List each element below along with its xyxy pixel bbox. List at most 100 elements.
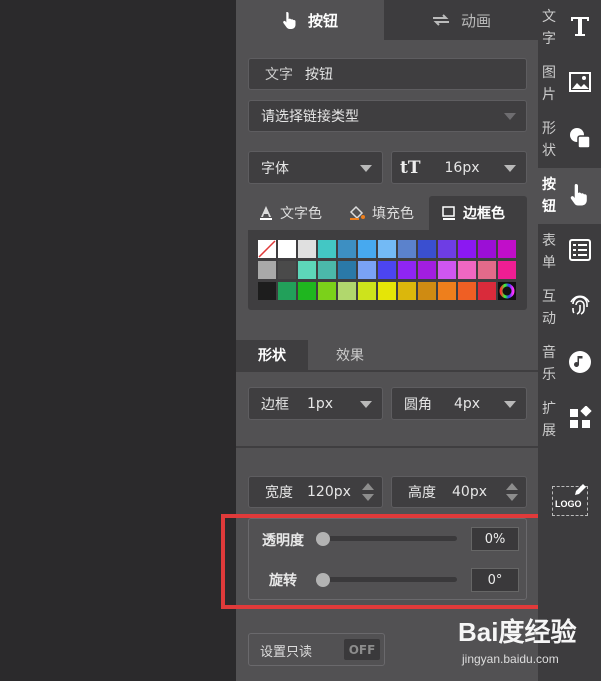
color-wheel-icon[interactable] bbox=[498, 282, 516, 300]
height-stepper[interactable]: 高度 40px bbox=[391, 476, 527, 508]
radius-value: 4px bbox=[454, 395, 481, 412]
color-swatch[interactable] bbox=[298, 282, 316, 300]
rail-item-form[interactable]: 表单 bbox=[538, 224, 601, 280]
color-swatch[interactable] bbox=[378, 261, 396, 279]
width-value: 120px bbox=[307, 484, 351, 500]
rail-item-label: 扩展 bbox=[542, 401, 556, 439]
color-swatch[interactable] bbox=[458, 261, 476, 279]
color-swatch[interactable] bbox=[318, 282, 336, 300]
tab-border-color-label: 边框色 bbox=[463, 206, 505, 222]
color-swatch[interactable] bbox=[378, 282, 396, 300]
width-label: 宽度 bbox=[265, 485, 293, 501]
height-value: 40px bbox=[452, 484, 487, 500]
color-swatch[interactable] bbox=[338, 261, 356, 279]
tab-shape[interactable]: 形状 bbox=[236, 340, 308, 370]
color-swatch[interactable] bbox=[478, 282, 496, 300]
tab-fill-color[interactable]: 填充色 bbox=[348, 196, 414, 230]
color-swatch[interactable] bbox=[318, 261, 336, 279]
color-swatch[interactable] bbox=[498, 240, 516, 258]
color-swatch[interactable] bbox=[378, 240, 396, 258]
color-swatch[interactable] bbox=[318, 240, 336, 258]
color-swatch[interactable] bbox=[358, 282, 376, 300]
music-icon bbox=[569, 351, 591, 373]
no-color-swatch[interactable] bbox=[258, 240, 276, 258]
annotation-highlight-box bbox=[221, 514, 549, 609]
rail-item-text[interactable]: 文字 bbox=[538, 0, 601, 56]
color-swatch[interactable] bbox=[258, 261, 276, 279]
tab-button[interactable]: 按钮 bbox=[236, 0, 384, 40]
color-swatch[interactable] bbox=[398, 240, 416, 258]
paint-bucket-icon bbox=[349, 205, 365, 220]
color-swatch[interactable] bbox=[338, 282, 356, 300]
rail-item-label: 音乐 bbox=[542, 345, 556, 383]
color-swatch[interactable] bbox=[438, 261, 456, 279]
color-swatch[interactable] bbox=[258, 282, 276, 300]
logo-label: LOGO bbox=[555, 499, 582, 509]
chevron-down-icon bbox=[360, 400, 372, 408]
rail-item-music[interactable]: 音乐 bbox=[538, 336, 601, 392]
font-size-icon: tT bbox=[400, 157, 421, 178]
color-swatch[interactable] bbox=[298, 261, 316, 279]
border-width-select[interactable]: 边框 1px bbox=[248, 387, 383, 420]
tab-text-color-label: 文字色 bbox=[280, 206, 322, 222]
link-type-select[interactable]: 请选择链接类型 bbox=[248, 100, 527, 132]
rail-item-shape[interactable]: 形状 bbox=[538, 112, 601, 168]
color-swatch[interactable] bbox=[398, 282, 416, 300]
tab-animation-label: 动画 bbox=[460, 11, 491, 30]
radius-label: 圆角 bbox=[404, 396, 432, 413]
rail-item-interaction[interactable]: 互动 bbox=[538, 280, 601, 336]
readonly-toggle[interactable]: OFF bbox=[344, 639, 380, 660]
button-text-value: 按钮 bbox=[305, 67, 333, 83]
image-icon bbox=[569, 72, 591, 92]
rail-item-label: 图片 bbox=[542, 65, 556, 103]
corner-radius-select[interactable]: 圆角 4px bbox=[391, 387, 527, 420]
shape-icon bbox=[570, 128, 591, 149]
button-text-field[interactable]: 文字 按钮 bbox=[248, 58, 527, 90]
color-swatch[interactable] bbox=[438, 282, 456, 300]
color-swatch[interactable] bbox=[438, 240, 456, 258]
link-type-placeholder: 请选择链接类型 bbox=[261, 109, 359, 125]
top-tabs: 按钮 动画 bbox=[236, 0, 538, 40]
color-swatch[interactable] bbox=[338, 240, 356, 258]
tab-animation[interactable]: 动画 bbox=[384, 0, 538, 40]
color-swatch[interactable] bbox=[418, 240, 436, 258]
color-swatch[interactable] bbox=[358, 240, 376, 258]
color-swatch[interactable] bbox=[278, 261, 296, 279]
swap-arrows-icon bbox=[432, 14, 449, 26]
rail-item-image[interactable]: 图片 bbox=[538, 56, 601, 112]
color-swatch[interactable] bbox=[458, 282, 476, 300]
pencil-icon bbox=[575, 484, 586, 495]
stepper-arrows-icon[interactable] bbox=[362, 483, 374, 503]
tab-text-color[interactable]: 文字色 bbox=[258, 196, 322, 230]
width-stepper[interactable]: 宽度 120px bbox=[248, 476, 383, 508]
border-color-icon bbox=[442, 206, 455, 220]
font-size-select[interactable]: tT 16px bbox=[391, 151, 527, 184]
color-swatch[interactable] bbox=[418, 282, 436, 300]
watermark-sub: jingyan.baidu.com bbox=[462, 652, 559, 666]
component-rail: 文字 图片 形状 按钮 表单 互动 音乐 扩展 LOGO bbox=[538, 0, 601, 681]
font-family-select[interactable]: 字体 bbox=[248, 151, 383, 184]
color-swatch[interactable] bbox=[398, 261, 416, 279]
color-swatch[interactable] bbox=[458, 240, 476, 258]
border-value: 1px bbox=[307, 395, 334, 412]
logo-item[interactable]: LOGO bbox=[552, 484, 588, 516]
rail-item-label: 互动 bbox=[542, 289, 556, 327]
tab-effect[interactable]: 效果 bbox=[320, 340, 380, 370]
tab-button-label: 按钮 bbox=[307, 11, 338, 30]
color-swatch[interactable] bbox=[418, 261, 436, 279]
color-swatch[interactable] bbox=[278, 240, 296, 258]
extension-icon bbox=[570, 406, 592, 428]
rail-item-button[interactable]: 按钮 bbox=[538, 168, 601, 224]
color-swatch[interactable] bbox=[478, 261, 496, 279]
editor-canvas bbox=[0, 0, 236, 681]
color-swatch[interactable] bbox=[298, 240, 316, 258]
color-swatch[interactable] bbox=[478, 240, 496, 258]
rail-item-label: 按钮 bbox=[542, 177, 556, 215]
stepper-arrows-icon[interactable] bbox=[506, 483, 518, 503]
color-swatch[interactable] bbox=[498, 261, 516, 279]
color-swatch[interactable] bbox=[278, 282, 296, 300]
color-swatch[interactable] bbox=[358, 261, 376, 279]
rail-item-extension[interactable]: 扩展 bbox=[538, 392, 601, 448]
tab-border-color[interactable]: 边框色 bbox=[429, 196, 527, 230]
chevron-down-icon bbox=[504, 164, 516, 172]
